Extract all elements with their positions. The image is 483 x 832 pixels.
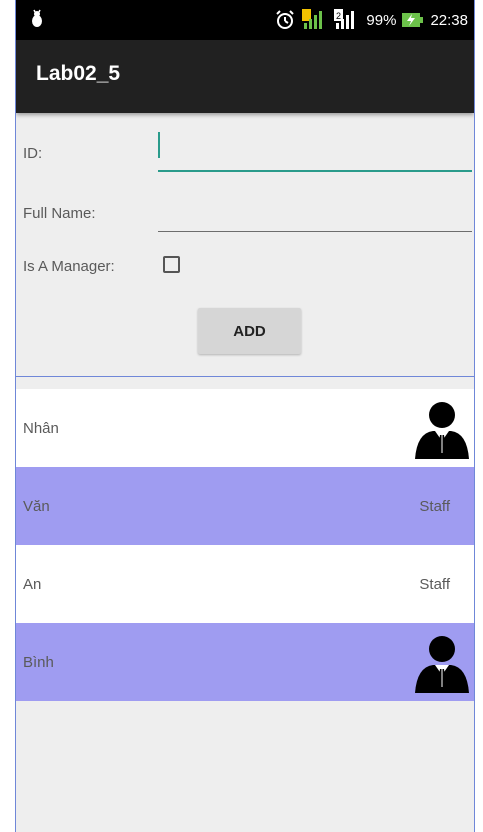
fullname-input[interactable]: [158, 231, 472, 232]
manager-label: Is A Manager:: [23, 258, 115, 275]
list-item[interactable]: Bình: [16, 623, 474, 701]
id-label: ID:: [23, 145, 43, 162]
signal-2-icon: 2: [334, 9, 355, 29]
manager-icon: [415, 402, 469, 459]
fullname-label: Full Name:: [23, 205, 96, 222]
list-item[interactable]: Văn Staff: [16, 467, 474, 545]
debug-bug-icon: [32, 9, 42, 27]
employee-role: Staff: [419, 575, 450, 593]
alarm-icon: [276, 10, 295, 29]
employee-name: An: [23, 575, 42, 593]
text-cursor: [158, 132, 160, 158]
employee-name: Nhân: [23, 419, 59, 437]
battery-charging-icon: [402, 13, 424, 27]
app-bar: Lab02_5: [16, 40, 474, 113]
list-item[interactable]: An Staff: [16, 545, 474, 623]
id-input[interactable]: [158, 170, 472, 172]
manager-icon: [415, 636, 469, 693]
add-button[interactable]: ADD: [198, 308, 301, 354]
employee-list: Nhân Văn Staff An Staff Bình: [16, 389, 474, 701]
status-bar: 2 99% 22:38: [16, 0, 474, 40]
employee-role: Staff: [419, 497, 450, 515]
status-right-cluster: 2 99% 22:38: [274, 0, 468, 40]
employee-name: Bình: [23, 653, 54, 671]
clock-time: 22:38: [430, 11, 468, 29]
signal-icon: [302, 9, 323, 29]
form-list-divider: [16, 376, 474, 377]
app-title: Lab02_5: [36, 62, 121, 85]
battery-percent: 99%: [366, 11, 397, 29]
list-item[interactable]: Nhân: [16, 389, 474, 467]
svg-text:2: 2: [336, 11, 341, 21]
app-frame: 2 99% 22:38 Lab02_5 ID: Full Name: Is A …: [15, 0, 475, 832]
manager-checkbox[interactable]: [163, 256, 180, 273]
employee-name: Văn: [23, 497, 50, 515]
